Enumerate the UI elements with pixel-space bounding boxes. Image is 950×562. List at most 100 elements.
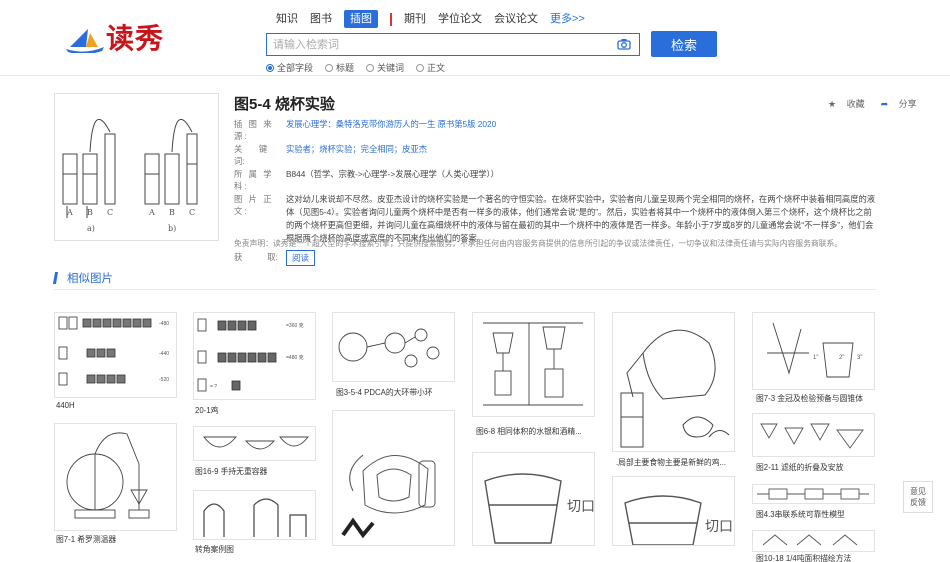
search-box	[266, 33, 640, 56]
search-scope: 全部字段 标题 关键词 正文	[266, 61, 457, 74]
illustration-label: C	[189, 208, 195, 217]
disclaimer: 免责声明：读秀是一个超大型的学术搜索引擎，只提供搜索服务，不承担任何由内容服务商…	[234, 239, 843, 248]
feedback-label: 反馈	[910, 498, 926, 507]
meta-discipline: 所 属 学 科: B844（哲学、宗教->心理学->发展心理学（人类心理学））	[234, 168, 879, 192]
cups-diagram-image: -480 -440 -520	[58, 316, 169, 386]
camera-icon[interactable]	[617, 38, 631, 50]
similar-thumb-3[interactable]	[332, 312, 455, 382]
similar-thumb-10[interactable]	[752, 413, 875, 457]
thumb-caption[interactable]: .局部主要食物主要是新鲜的鸡...	[616, 457, 734, 468]
scope-fulltext[interactable]: 正文	[416, 61, 445, 74]
thumb-caption[interactable]: 图4.3串联系统可靠性模型	[756, 509, 874, 520]
similar-thumb-13[interactable]: 切口	[472, 452, 595, 546]
thumb-caption[interactable]: 图7-1 希罗测温器	[56, 534, 176, 545]
illustration-label: b)	[168, 224, 176, 233]
detail-actions: ★ 收藏 ➦ 分享	[820, 97, 917, 110]
nebulizer-mask-image	[341, 454, 436, 539]
image-label: -440	[159, 351, 169, 357]
thumb-caption[interactable]: 图7-3 金冠及检验预备与圆锥体	[756, 393, 874, 404]
top-header: 读秀 知识 图书 插图 期刊 学位论文 会议论文 更多>> 检索 全部字段 标题…	[0, 0, 950, 76]
keyword-links[interactable]: 实验者；烧杯实验；完全相同；皮亚杰	[286, 143, 427, 167]
scope-keyword[interactable]: 关键词	[366, 61, 404, 74]
radio-selected-icon	[266, 63, 274, 72]
meta-label: 关 键 词:	[234, 144, 284, 166]
illustration-label: a)	[87, 224, 95, 233]
channel-theses[interactable]: 学位论文	[438, 10, 482, 28]
collect-button[interactable]: ★ 收藏	[828, 97, 865, 110]
collect-label: 收藏	[846, 99, 865, 109]
feedback-button[interactable]: 意见 反馈	[903, 481, 933, 513]
meta-source: 插 图 来 源: 发展心理学：桑特洛克带你游历人的一生 原书第5版 2020	[234, 118, 879, 142]
pitcher-eggs-image	[620, 329, 730, 448]
image-label: =360 克	[286, 323, 304, 329]
page-title: 图5-4 烧杯实验	[234, 96, 335, 113]
scope-title[interactable]: 标题	[325, 61, 354, 74]
share-button[interactable]: ➦ 分享	[873, 97, 917, 110]
read-button[interactable]: 阅读	[286, 250, 316, 266]
channel-more[interactable]: 更多>>	[550, 10, 585, 28]
thumb-caption[interactable]: 图16-9 手持无重容器	[195, 466, 315, 477]
similar-thumb-9[interactable]	[193, 490, 316, 540]
illustration-label: C	[107, 208, 113, 217]
sail-logo-icon	[66, 29, 104, 53]
image-label: = ?	[210, 384, 217, 390]
source-link[interactable]: 发展心理学：桑特洛克带你游历人的一生 原书第5版 2020	[286, 118, 496, 142]
channel-books[interactable]: 图书	[310, 10, 332, 28]
logo-text: 读秀	[106, 22, 165, 55]
meta-label: 所 属 学 科:	[234, 169, 274, 191]
thumb-caption[interactable]: 图3-5-4 PDCA的大环带小环	[336, 387, 456, 398]
similar-title: 相似图片	[67, 273, 113, 285]
image-label: 2"	[839, 355, 844, 361]
image-label: =480 克	[286, 355, 304, 361]
illustration-label: A	[148, 208, 155, 217]
meta-get: 获 取: 阅读	[234, 246, 879, 266]
filter-paper-image	[760, 423, 864, 449]
illustration-label: B	[87, 208, 93, 217]
similar-thumb-11[interactable]	[752, 484, 875, 504]
radio-icon	[366, 63, 375, 72]
similar-thumb-5[interactable]	[612, 312, 735, 452]
scope-label: 标题	[336, 63, 355, 73]
radio-icon	[416, 63, 425, 72]
thumb-caption[interactable]: 图10-18 1/4吨面积描绘方法	[756, 553, 874, 562]
illustration-label: A	[66, 208, 73, 217]
channel-journals[interactable]: 期刊	[404, 10, 426, 28]
illustration-label: B	[169, 208, 175, 217]
similar-thumb-6[interactable]: 1" 2" 3"	[752, 312, 875, 390]
similar-thumb-14[interactable]: 切口	[612, 476, 735, 546]
pdca-cycle-image	[338, 328, 440, 368]
similar-thumb-4[interactable]	[472, 312, 595, 417]
meta-label: 获 取:	[234, 252, 278, 262]
main-illustration[interactable]: A B C A B C a) b)	[54, 93, 219, 241]
thumb-caption[interactable]: 图2-11 滤纸的折叠及安放	[756, 462, 874, 473]
thumb-caption[interactable]: 20-1鸡	[195, 405, 315, 416]
site-logo[interactable]: 读秀	[66, 24, 164, 54]
similar-thumb-7[interactable]	[54, 423, 177, 531]
thermometer-apparatus-image	[66, 432, 150, 519]
thumb-caption[interactable]: 440H	[56, 401, 176, 410]
corner-case-image	[203, 498, 307, 537]
scope-label: 全部字段	[277, 63, 314, 73]
channel-conferences[interactable]: 会议论文	[494, 10, 538, 28]
similar-thumb-12[interactable]	[752, 530, 875, 552]
channel-knowledge[interactable]: 知识	[276, 10, 298, 28]
search-button[interactable]: 检索	[651, 31, 717, 57]
thumb-caption[interactable]: 转角案例图	[195, 544, 315, 555]
similar-thumb-2[interactable]: =360 克 =480 克 = ?	[193, 312, 316, 400]
bowls-image	[203, 436, 309, 450]
scope-all-fields[interactable]: 全部字段	[266, 61, 313, 74]
cone-geometry-image: 1" 2" 3"	[767, 322, 862, 378]
similar-thumb-1[interactable]: -480 -440 -520	[54, 312, 177, 398]
feedback-label: 意见	[910, 487, 926, 496]
image-label: 切口	[567, 499, 594, 515]
area-method-image	[762, 534, 858, 546]
cup-cut-image-2: 切口	[624, 495, 733, 545]
similar-thumb-mask[interactable]	[332, 410, 455, 546]
similar-thumb-8[interactable]	[193, 426, 316, 461]
search-input[interactable]	[267, 34, 597, 55]
thumb-caption[interactable]: 图6-8 相同体积的水银和酒精...	[476, 426, 594, 437]
share-icon: ➦	[880, 99, 889, 109]
cups-weight-image: =360 克 =480 克 = ?	[197, 318, 304, 392]
funnel-apparatus-image	[483, 322, 583, 406]
channel-illustrations[interactable]: 插图	[344, 10, 378, 28]
